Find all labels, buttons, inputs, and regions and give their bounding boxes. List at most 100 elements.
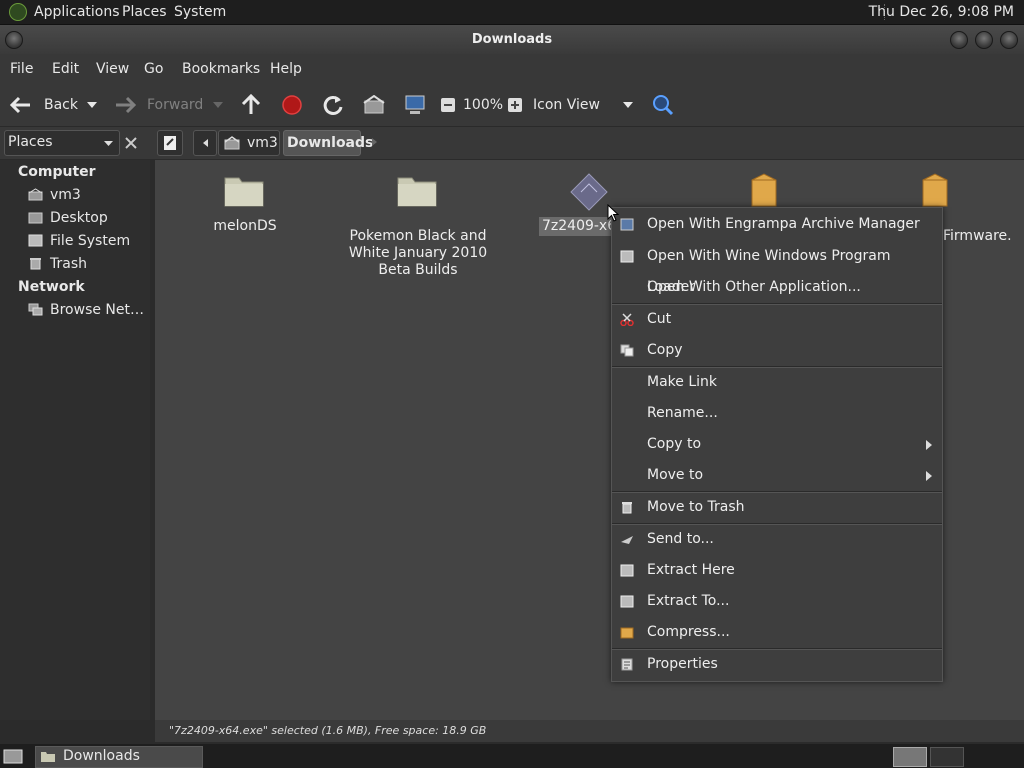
edit-location-icon (164, 136, 176, 150)
sidebar-item-trash[interactable]: Trash (50, 256, 87, 272)
menu-item-cut[interactable]: Cut (612, 304, 942, 335)
places-menu[interactable]: Places (122, 0, 167, 24)
path-scroll-left-button[interactable] (193, 130, 217, 156)
system-menu[interactable]: System (174, 0, 226, 24)
menu-item-label: Move to Trash (647, 499, 745, 515)
zoom-out-icon[interactable] (440, 97, 456, 113)
places-sidebar: Computer vm3 Desktop File System Trash N… (0, 160, 150, 720)
menu-item-label: Move to (647, 467, 704, 483)
window-title: Downloads (471, 32, 553, 47)
menu-item-label: Extract Here (647, 562, 735, 578)
toolbar: Back Forward 100% Icon View (0, 84, 1024, 127)
folder-icon (224, 177, 264, 207)
sidebar-item-desktop[interactable]: Desktop (50, 210, 108, 226)
back-dropdown-icon[interactable] (86, 101, 98, 109)
package-icon (751, 173, 777, 207)
forward-label: Forward (147, 97, 204, 113)
crumb-downloads-label: Downloads (287, 135, 374, 151)
menu-item-rename[interactable]: Rename... (612, 398, 942, 429)
chevron-right-icon[interactable] (371, 137, 379, 147)
extract-icon (620, 564, 634, 577)
view-mode-select[interactable]: Icon View (533, 84, 600, 126)
desktop-icon (28, 212, 43, 224)
menu-item-move-to[interactable]: Move to (612, 460, 942, 491)
menu-item-open-engrampa[interactable]: Open With Engrampa Archive Manager (612, 209, 942, 240)
applications-menu[interactable]: Applications (34, 0, 120, 24)
location-bar: Places vm3 Downloads (0, 127, 1024, 159)
mouse-cursor-icon (607, 204, 619, 222)
sidebar-type-select[interactable]: Places (4, 130, 120, 156)
menu-item-label: Open With Other Application... (647, 279, 861, 295)
up-arrow-icon[interactable] (240, 94, 262, 116)
zoom-level[interactable]: 100% (463, 84, 503, 126)
menu-item-extract-here[interactable]: Extract Here (612, 555, 942, 586)
computer-icon[interactable] (404, 94, 426, 116)
menu-item-make-link[interactable]: Make Link (612, 367, 942, 398)
show-desktop-icon[interactable] (3, 749, 23, 764)
crumb-vm3[interactable]: vm3 (218, 130, 280, 156)
sidebar-item-vm3[interactable]: vm3 (50, 187, 81, 203)
forward-button[interactable]: Forward (112, 90, 227, 120)
menu-item-label: Cut (647, 311, 672, 327)
file-name: melonDS (213, 218, 277, 234)
package-icon (922, 173, 948, 207)
home-icon[interactable] (363, 95, 385, 115)
menu-help[interactable]: Help (270, 54, 302, 84)
menu-go[interactable]: Go (144, 54, 163, 84)
menu-edit[interactable]: Edit (52, 54, 79, 84)
menu-item-label: Properties (647, 656, 718, 672)
menu-item-properties[interactable]: Properties (612, 649, 942, 680)
menu-item-move-to-trash[interactable]: Move to Trash (612, 492, 942, 523)
minimize-button[interactable] (950, 31, 968, 49)
wine-icon (620, 250, 634, 263)
toggle-location-entry-button[interactable] (157, 130, 183, 156)
folder-icon (397, 177, 437, 207)
file-name: Firmware. (943, 228, 1012, 244)
reload-icon[interactable] (322, 94, 344, 116)
menu-bookmarks[interactable]: Bookmarks (182, 54, 260, 84)
submenu-arrow-icon (926, 440, 932, 450)
stop-icon[interactable] (281, 94, 303, 116)
menu-item-open-wine[interactable]: Open With Wine Windows Program Loader (612, 241, 942, 295)
zoom-in-icon[interactable] (507, 97, 523, 113)
menu-item-extract-to[interactable]: Extract To... (612, 586, 942, 617)
taskbar-window-downloads[interactable]: Downloads (35, 746, 203, 768)
menu-item-send-to[interactable]: Send to... (612, 524, 942, 555)
menu-item-open-other[interactable]: Open With Other Application... (612, 272, 942, 303)
menu-item-copy[interactable]: Copy (612, 335, 942, 366)
file-item[interactable]: Pokemon Black and White January 2010 Bet… (348, 170, 488, 280)
file-item[interactable]: melonDS (175, 170, 315, 250)
status-text: "7z2409-x64.exe" selected (1.6 MB), Free… (169, 724, 487, 737)
home-folder-icon (224, 136, 240, 150)
back-button[interactable]: Back (6, 90, 106, 120)
mate-logo-icon[interactable] (9, 3, 27, 21)
sidebar-item-browse-network[interactable]: Browse Net… (50, 302, 144, 318)
folder-icon (41, 752, 55, 762)
menu-item-label: Extract To... (647, 593, 730, 609)
close-sidebar-icon[interactable] (125, 137, 137, 149)
menu-file[interactable]: File (10, 54, 33, 84)
forward-dropdown-icon[interactable] (212, 101, 224, 109)
clock[interactable]: Thu Dec 26, 9:08 PM (869, 0, 1014, 24)
workspace-switcher-empty[interactable] (930, 747, 964, 767)
workspace-switcher[interactable] (893, 747, 927, 767)
extract-icon (620, 595, 634, 608)
menu-item-compress[interactable]: Compress... (612, 617, 942, 648)
search-icon[interactable] (652, 94, 674, 116)
menu-view[interactable]: View (96, 54, 129, 84)
crumb-downloads[interactable]: Downloads (283, 130, 373, 156)
status-bar: "7z2409-x64.exe" selected (1.6 MB), Free… (155, 720, 1024, 742)
chevron-down-icon (104, 141, 113, 146)
submenu-arrow-icon (926, 471, 932, 481)
chevron-left-icon (203, 139, 208, 147)
maximize-button[interactable] (975, 31, 993, 49)
sidebar-item-file-system[interactable]: File System (50, 233, 130, 249)
close-button[interactable] (1000, 31, 1018, 49)
menu-item-copy-to[interactable]: Copy to (612, 429, 942, 460)
bottom-panel: Downloads (0, 744, 1024, 768)
network-icon (28, 303, 43, 316)
window-titlebar[interactable]: Downloads (0, 25, 1024, 54)
properties-icon (621, 658, 633, 671)
home-folder-icon (28, 188, 43, 201)
view-mode-dropdown-icon[interactable] (622, 101, 634, 109)
